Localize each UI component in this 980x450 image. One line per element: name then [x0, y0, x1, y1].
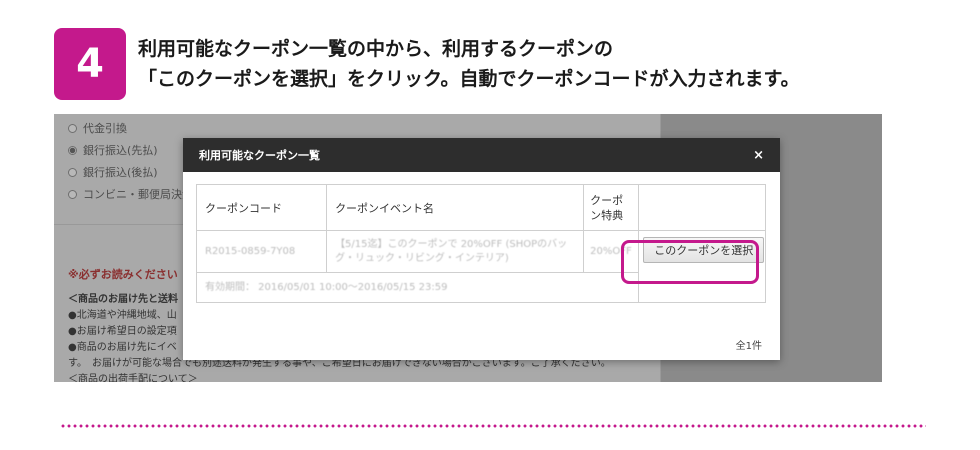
step-instruction-line-1: 利用可能なクーポン一覧の中から、利用するクーポンの — [138, 38, 614, 60]
step-number-badge: 4 — [54, 28, 126, 100]
notice-title: ※必ずお読みください — [68, 268, 178, 281]
payment-option-cod[interactable]: 代金引換 — [68, 120, 127, 136]
button-highlight-ring — [621, 240, 759, 284]
coupon-list-modal: 利用可能なクーポン一覧 × クーポンコード クーポンイベント名 クーポン特典 R… — [183, 138, 780, 360]
column-header-benefit: クーポン特典 — [583, 184, 639, 231]
step-instructions: 利用可能なクーポン一覧の中から、利用するクーポンの 「このクーポンを選択」をクリ… — [138, 34, 958, 94]
radio-selected-icon — [68, 146, 77, 155]
close-icon[interactable]: × — [753, 148, 764, 163]
payment-option-label: コンビニ・郵便局決済 — [83, 188, 193, 201]
step-header: 4 利用可能なクーポン一覧の中から、利用するクーポンの 「このクーポンを選択」を… — [54, 28, 954, 108]
modal-header: 利用可能なクーポン一覧 × — [183, 138, 780, 172]
notice-line: ●北海道や沖縄地域、山 — [68, 310, 177, 321]
radio-icon — [68, 168, 77, 177]
column-header-action — [637, 184, 767, 231]
step-instruction-line-2: 「このクーポンを選択」をクリック。自動でクーポンコードが入力されます。 — [138, 68, 800, 90]
payment-option-convenience[interactable]: コンビニ・郵便局決済 — [68, 186, 193, 202]
checkout-screenshot: 代金引換 銀行振込(先払) 銀行振込(後払) コンビニ・郵便局決済 ※必ずお読み… — [54, 114, 882, 382]
coupon-code-cell: R2015-0859-7Y08 — [195, 230, 328, 273]
column-header-event-name: クーポンイベント名 — [326, 184, 585, 231]
payment-option-label: 銀行振込(先払) — [83, 144, 158, 157]
notice-line: ●お届け希望日の設定項 — [68, 326, 177, 337]
notice-line: ●商品のお届け先にイベ — [68, 342, 177, 353]
radio-icon — [68, 124, 77, 133]
table-header-row: クーポンコード クーポンイベント名 クーポン特典 — [195, 184, 767, 231]
dotted-divider — [60, 424, 926, 428]
payment-option-label: 銀行振込(後払) — [83, 166, 158, 179]
radio-icon — [68, 190, 77, 199]
payment-option-label: 代金引換 — [83, 122, 127, 135]
modal-title: 利用可能なクーポン一覧 — [199, 149, 320, 162]
validity-period-cell: 有効期間： 2016/05/01 10:00〜2016/05/15 23:59 — [196, 272, 639, 303]
event-name-cell: 【5/15迄】このクーポンで 20%OFF (SHOPのバッグ・リュック・リビン… — [326, 230, 585, 273]
notice-line: ＜商品のお届け先と送料 — [68, 294, 178, 305]
column-header-coupon-code: クーポンコード — [195, 184, 328, 231]
payment-option-bank-prepay[interactable]: 銀行振込(先払) — [68, 142, 158, 158]
result-count: 全1件 — [735, 341, 762, 352]
notice-line: ＜商品の出荷手配について＞ — [68, 374, 198, 382]
payment-option-bank-postpay[interactable]: 銀行振込(後払) — [68, 164, 158, 180]
